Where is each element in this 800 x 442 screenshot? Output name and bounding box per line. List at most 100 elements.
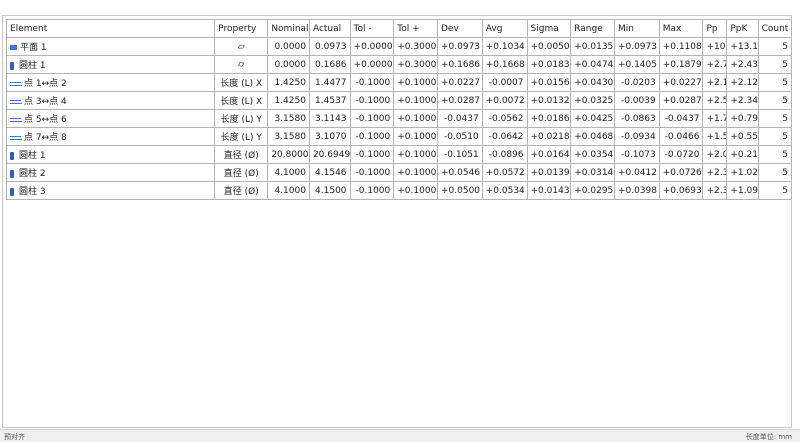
element-cell[interactable]: 圆柱 2 xyxy=(5,163,216,182)
element-label: 圆柱 3 xyxy=(19,187,46,197)
min-cell: -0.0039 xyxy=(613,91,660,110)
element-label: 点 3↔点 4 xyxy=(24,97,67,107)
tol-minus-cell: +0.0000 xyxy=(349,55,395,74)
ppk-cell: +0.79 xyxy=(726,109,759,128)
nominal-cell: 4.1000 xyxy=(267,163,310,182)
tol-minus-cell: -0.1000 xyxy=(349,127,395,146)
element-cell[interactable]: 点 7↔点 8 xyxy=(5,127,216,146)
sigma-cell: +0.0183 xyxy=(526,55,572,74)
dev-cell: +0.0546 xyxy=(436,163,483,182)
max-cell: +0.1879 xyxy=(658,55,704,74)
ppk-cell: +2.43 xyxy=(726,55,759,74)
dev-cell: -0.1051 xyxy=(436,145,483,164)
nominal-cell: 20.8000 xyxy=(267,145,310,164)
table-row[interactable]: 平面 1 ⏥ 0.0000 0.0973 +0.0000 +0.3000 +0.0973 +0… xyxy=(5,37,793,56)
range-cell: +0.0325 xyxy=(570,91,615,110)
max-cell: -0.0720 xyxy=(658,145,704,164)
pp-cell: +2.73 xyxy=(702,55,728,74)
range-cell: +0.0430 xyxy=(570,73,615,92)
element-cell[interactable]: 平面 1 xyxy=(5,37,216,56)
table-row[interactable]: 圆柱 1 直径 (Ø) 20.8000 20.6949 -0.1000 +0.1000 -0… xyxy=(5,145,793,164)
tol-minus-cell: -0.1000 xyxy=(349,73,395,92)
max-cell: +0.0693 xyxy=(658,181,704,200)
avg-cell: +0.1668 xyxy=(481,55,528,74)
actual-cell: 4.1500 xyxy=(308,181,351,200)
dev-cell: +0.0500 xyxy=(436,181,483,200)
avg-cell: +0.0072 xyxy=(481,91,528,110)
sigma-cell: +0.0143 xyxy=(526,181,572,200)
table-row[interactable]: 圆柱 1 ⌭ 0.0000 0.1686 +0.0000 +0.3000 +0.1686 +0… xyxy=(5,55,793,74)
table-row[interactable]: 点 5↔点 6 长度 (L) Y 3.1580 3.1143 -0.1000 +0.100… xyxy=(5,109,793,128)
column-header-avg[interactable]: Avg xyxy=(481,19,528,38)
dev-cell: -0.0437 xyxy=(436,109,483,128)
min-cell: +0.0412 xyxy=(613,163,660,182)
min-cell: -0.0203 xyxy=(613,73,660,92)
column-header-tol[interactable]: Tol + xyxy=(393,19,438,38)
avg-cell: +0.1034 xyxy=(481,37,528,56)
avg-cell: -0.0562 xyxy=(481,109,528,128)
element-cell[interactable]: 点 5↔点 6 xyxy=(5,109,216,128)
max-cell: +0.0287 xyxy=(658,91,704,110)
table-header-row: Element Property Nominal Actual Tol - Tol + De… xyxy=(5,19,793,38)
table-row[interactable]: 点 7↔点 8 长度 (L) Y 3.1580 3.1070 -0.1000 +0.100… xyxy=(5,127,793,146)
dev-cell: +0.1686 xyxy=(436,55,483,74)
column-header-min[interactable]: Min xyxy=(613,19,660,38)
count-cell: 5 xyxy=(757,145,793,164)
element-cell[interactable]: 圆柱 1 xyxy=(5,55,216,74)
actual-cell: 4.1546 xyxy=(308,163,351,182)
sigma-cell: +0.0186 xyxy=(526,109,572,128)
min-cell: -0.0863 xyxy=(613,109,660,128)
tol-plus-cell: +0.3000 xyxy=(393,55,438,74)
tol-plus-cell: +0.1000 xyxy=(393,163,438,182)
column-header-nominal[interactable]: Nominal xyxy=(267,19,310,38)
element-label: 圆柱 2 xyxy=(19,169,46,179)
actual-cell: 1.4537 xyxy=(308,91,351,110)
table-row[interactable]: 点 1↔点 2 长度 (L) X 1.4250 1.4477 -0.1000 +0.100… xyxy=(5,73,793,92)
min-cell: +0.1405 xyxy=(613,55,660,74)
column-header-count[interactable]: Count xyxy=(757,19,793,38)
tol-minus-cell: -0.1000 xyxy=(349,109,395,128)
tol-plus-cell: +0.1000 xyxy=(393,73,438,92)
ppk-cell: +1.09 xyxy=(726,181,759,200)
property-cell: 直径 (Ø) xyxy=(214,145,269,164)
tol-plus-cell: +0.1000 xyxy=(393,109,438,128)
actual-cell: 0.1686 xyxy=(308,55,351,74)
cylinder-icon xyxy=(10,169,14,178)
column-header-tol[interactable]: Tol - xyxy=(349,19,395,38)
column-header-range[interactable]: Range xyxy=(570,19,615,38)
element-cell[interactable]: 点 1↔点 2 xyxy=(5,73,216,92)
element-cell[interactable]: 圆柱 3 xyxy=(5,181,216,200)
dev-cell: +0.0973 xyxy=(436,37,483,56)
column-header-pp[interactable]: Pp xyxy=(702,19,728,38)
nominal-cell: 0.0000 xyxy=(267,55,310,74)
status-left-text: 预对齐 xyxy=(4,433,25,441)
column-header-actual[interactable]: Actual xyxy=(308,19,351,38)
pp-cell: +1.53 xyxy=(702,127,728,146)
column-header-element[interactable]: Element xyxy=(5,19,216,38)
min-cell: -0.1073 xyxy=(613,145,660,164)
tol-minus-cell: -0.1000 xyxy=(349,163,395,182)
sigma-cell: +0.0139 xyxy=(526,163,572,182)
actual-cell: 1.4477 xyxy=(308,73,351,92)
table-row[interactable]: 点 3↔点 4 长度 (L) X 1.4250 1.4537 -0.1000 +0.100… xyxy=(5,91,793,110)
element-cell[interactable]: 点 3↔点 4 xyxy=(5,91,216,110)
nominal-cell: 1.4250 xyxy=(267,73,310,92)
element-cell[interactable]: 圆柱 1 xyxy=(5,145,216,164)
ppk-cell: +1.02 xyxy=(726,163,759,182)
distance-icon xyxy=(10,134,22,142)
column-header-ppk[interactable]: PpK xyxy=(726,19,759,38)
distance-icon xyxy=(10,116,22,124)
max-cell: +0.0726 xyxy=(658,163,704,182)
tol-plus-cell: +0.3000 xyxy=(393,37,438,56)
element-label: 平面 1 xyxy=(20,43,47,53)
column-header-property[interactable]: Property xyxy=(214,19,269,38)
column-header-sigma[interactable]: Sigma xyxy=(526,19,572,38)
range-cell: +0.0474 xyxy=(570,55,615,74)
dev-cell: -0.0510 xyxy=(436,127,483,146)
table-row[interactable]: 圆柱 2 直径 (Ø) 4.1000 4.1546 -0.1000 +0.1000 +0.0… xyxy=(5,163,793,182)
column-header-max[interactable]: Max xyxy=(658,19,704,38)
sigma-cell: +0.0218 xyxy=(526,127,572,146)
table-row[interactable]: 圆柱 3 直径 (Ø) 4.1000 4.1500 -0.1000 +0.1000 +0.0… xyxy=(5,181,793,200)
column-header-dev[interactable]: Dev xyxy=(436,19,483,38)
max-cell: +0.0227 xyxy=(658,73,704,92)
